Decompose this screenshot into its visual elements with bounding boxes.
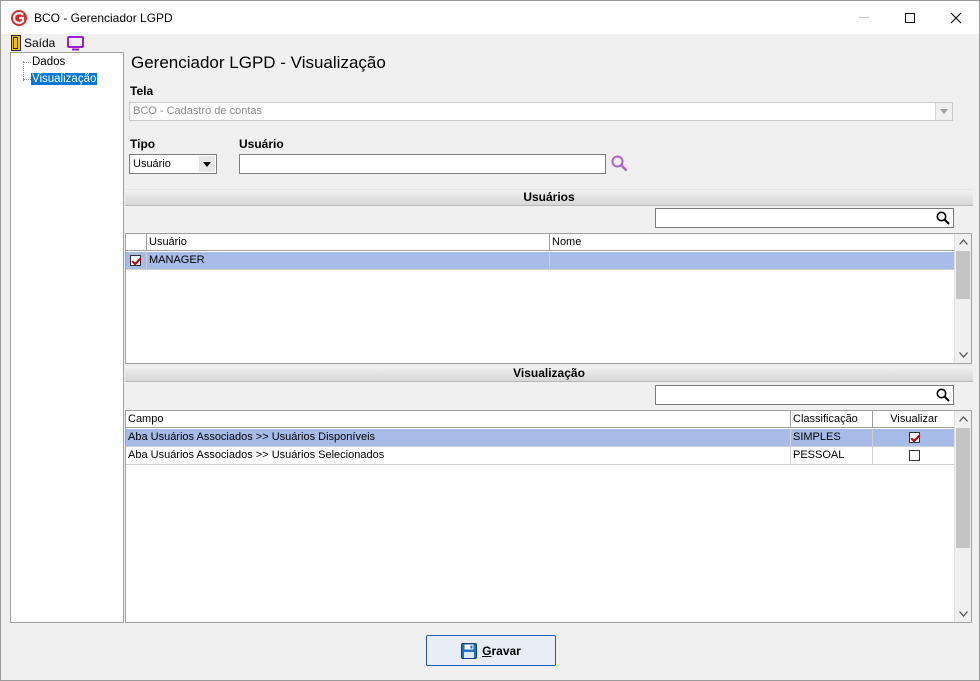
close-icon — [950, 12, 962, 23]
toolbar: Saída — [1, 34, 979, 52]
table-row[interactable]: MANAGER — [126, 252, 955, 270]
usuarios-grid: Usuário Nome MANAGER — [125, 233, 972, 364]
navigation-tree: Dados Visualização — [10, 52, 124, 623]
tela-label: Tela — [130, 84, 154, 98]
floppy-disk-icon — [461, 642, 478, 659]
tipo-select-value: Usuário — [133, 158, 171, 170]
search-icon — [611, 155, 628, 172]
tree-item-dados[interactable]: Dados — [31, 55, 66, 69]
maximize-icon — [905, 12, 915, 23]
minimize-button[interactable] — [841, 1, 887, 34]
tela-select[interactable]: BCO - Cadastro de contas — [129, 102, 953, 121]
scroll-up-icon[interactable] — [955, 234, 971, 250]
save-button[interactable]: Gravar — [426, 635, 556, 666]
usuario-input[interactable] — [239, 154, 606, 174]
exit-door-icon — [11, 35, 21, 51]
minimize-icon — [859, 17, 869, 18]
exit-label: Saída — [24, 36, 56, 50]
tree-connector — [23, 61, 24, 81]
window-controls — [841, 1, 979, 34]
tree-item-visualizacao[interactable]: Visualização — [31, 72, 98, 86]
tipo-select[interactable]: Usuário — [129, 154, 217, 174]
cell-nome — [550, 252, 955, 270]
column-header-campo[interactable]: Campo — [126, 411, 791, 428]
table-row[interactable]: Aba Usuários Associados >> Usuários Disp… — [126, 429, 955, 447]
row-checkbox[interactable] — [130, 254, 141, 266]
row-checkbox-cell[interactable] — [126, 252, 147, 270]
cell-visualizar[interactable] — [873, 447, 955, 465]
scroll-down-icon[interactable] — [955, 606, 971, 622]
column-header-visualizar[interactable]: Visualizar — [873, 411, 955, 428]
tree-item-label: Visualização — [31, 73, 98, 85]
close-button[interactable] — [933, 1, 979, 34]
monitor-icon — [67, 35, 85, 50]
tipo-label: Tipo — [130, 137, 156, 151]
cell-campo: Aba Usuários Associados >> Usuários Sele… — [126, 447, 791, 465]
column-header-nome[interactable]: Nome — [550, 234, 955, 251]
scroll-thumb[interactable] — [956, 428, 970, 548]
save-button-accesskey: G — [482, 643, 492, 658]
visualizacao-grid-header: Campo Classificação Visualizar — [126, 411, 955, 428]
column-header-usuario[interactable]: Usuário — [147, 234, 550, 251]
usuarios-section-header: Usuários — [125, 189, 973, 206]
table-row[interactable]: Aba Usuários Associados >> Usuários Sele… — [126, 447, 955, 465]
visualizacao-grid: Campo Classificação Visualizar Aba Usuár… — [125, 410, 972, 623]
cell-visualizar[interactable] — [873, 429, 955, 447]
usuarios-filter-input[interactable] — [655, 208, 954, 228]
title-bar: BCO - Gerenciador LGPD — [1, 1, 979, 34]
search-user-button[interactable] — [611, 155, 628, 175]
window-title: BCO - Gerenciador LGPD — [34, 10, 173, 25]
chevron-down-icon — [935, 103, 952, 120]
search-icon — [936, 388, 950, 405]
usuarios-scrollbar[interactable] — [954, 234, 971, 363]
usuario-label: Usuário — [239, 137, 284, 151]
cell-classificacao: SIMPLES — [791, 429, 873, 447]
cell-usuario: MANAGER — [147, 252, 550, 270]
exit-button[interactable]: Saída — [11, 35, 55, 51]
cell-campo: Aba Usuários Associados >> Usuários Disp… — [126, 429, 791, 447]
visualizacao-filter-input[interactable] — [655, 385, 954, 405]
chevron-down-icon — [199, 156, 215, 172]
tree-connector — [23, 62, 31, 63]
save-button-label: ravar — [491, 643, 521, 658]
scroll-up-icon[interactable] — [955, 411, 971, 427]
usuarios-grid-header: Usuário Nome — [126, 234, 955, 251]
visualizar-checkbox[interactable] — [908, 431, 920, 443]
visualizacao-scrollbar[interactable] — [954, 411, 971, 622]
visualizacao-section-header: Visualização — [125, 365, 973, 382]
tela-select-value: BCO - Cadastro de contas — [133, 105, 263, 117]
checkbox-column-header — [126, 234, 147, 251]
tree-item-label: Dados — [32, 56, 66, 68]
main-panel: Gerenciador LGPD - Visualização Tela BCO… — [125, 52, 973, 623]
column-header-classificacao[interactable]: Classificação — [791, 411, 873, 428]
app-logo-icon — [10, 9, 28, 27]
maximize-button[interactable] — [887, 1, 933, 34]
monitor-button[interactable] — [67, 35, 85, 51]
app-window: BCO - Gerenciador LGPD Saída Dados Visua… — [0, 0, 980, 681]
search-icon — [936, 211, 950, 228]
scroll-down-icon[interactable] — [955, 347, 971, 363]
page-title: Gerenciador LGPD - Visualização — [131, 53, 386, 72]
cell-classificacao: PESSOAL — [791, 447, 873, 465]
tree-connector — [23, 79, 31, 80]
visualizar-checkbox[interactable] — [908, 449, 920, 461]
scroll-thumb[interactable] — [956, 251, 970, 299]
